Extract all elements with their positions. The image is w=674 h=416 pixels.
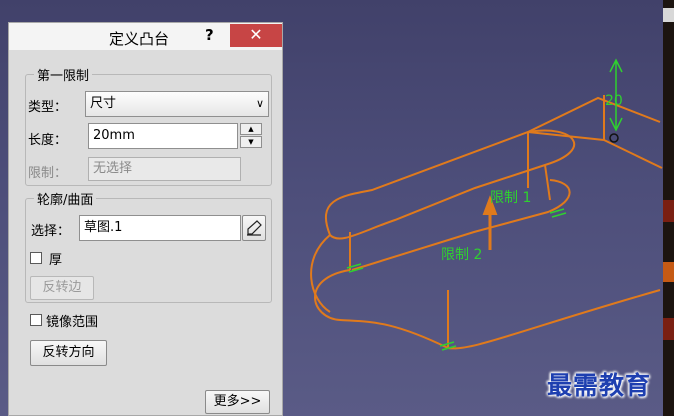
sketch-edit-button[interactable] bbox=[242, 215, 266, 241]
length-input[interactable]: 20mm bbox=[88, 123, 238, 149]
watermark: 最需教育 bbox=[547, 371, 652, 400]
mirror-extent-label: 镜像范围 bbox=[46, 315, 99, 330]
limit2-label[interactable]: 限制 2 bbox=[441, 244, 482, 264]
reverse-side-button: 反转边 bbox=[30, 276, 94, 300]
origin-point bbox=[609, 133, 619, 143]
selection-label: 选择： bbox=[31, 224, 71, 239]
thick-label: 厚 bbox=[49, 253, 63, 268]
type-select-value: 尺寸 bbox=[90, 96, 117, 111]
bottom-outer-edge bbox=[310, 234, 331, 313]
limit-value: 无选择 bbox=[93, 161, 133, 176]
sketch-edit-icon bbox=[247, 220, 262, 236]
length-value: 20mm bbox=[93, 128, 135, 143]
limit-label: 限制： bbox=[28, 166, 68, 181]
length-label: 长度： bbox=[28, 133, 68, 148]
more-label: 更多>> bbox=[213, 394, 262, 409]
limit1-label[interactable]: 限制 1 bbox=[490, 187, 531, 207]
length-increment-button[interactable]: ▲ bbox=[240, 123, 262, 135]
mirror-extent-checkbox[interactable] bbox=[30, 314, 42, 326]
first-limit-title: 第一限制 bbox=[34, 65, 93, 84]
type-select[interactable]: 尺寸 ∨ bbox=[85, 91, 269, 117]
thick-checkbox[interactable] bbox=[30, 252, 42, 264]
reverse-side-label: 反转边 bbox=[42, 280, 82, 295]
dialog-title: 定义凸台 bbox=[109, 30, 170, 48]
chevron-down-icon: ∨ bbox=[255, 97, 264, 110]
selection-field[interactable]: 草图.1 bbox=[79, 215, 241, 241]
reverse-direction-button[interactable]: 反转方向 bbox=[30, 340, 107, 366]
background-window-strip bbox=[663, 0, 674, 416]
help-button[interactable]: ? bbox=[205, 26, 214, 44]
boss-right-edge bbox=[603, 139, 663, 169]
limit-field: 无选择 bbox=[88, 157, 241, 181]
dimension-label[interactable]: 20 bbox=[605, 93, 623, 109]
boss-top-edge bbox=[527, 96, 661, 133]
profile-title: 轮廓/曲面 bbox=[34, 189, 97, 208]
more-button[interactable]: 更多>> bbox=[205, 390, 270, 414]
define-pad-dialog: 定义凸台 ? ✕ 第一限制 类型： 尺寸 ∨ 长度： 20mm ▲ ▼ 限制： … bbox=[8, 22, 283, 416]
type-label: 类型： bbox=[28, 100, 68, 115]
selection-value: 草图.1 bbox=[84, 220, 123, 235]
top-profile-edge bbox=[324, 129, 576, 240]
dialog-titlebar[interactable]: 定义凸台 ? ✕ bbox=[9, 23, 282, 50]
boss-front-edge bbox=[527, 131, 605, 141]
bottom-profile-edge bbox=[314, 269, 661, 350]
reverse-direction-label: 反转方向 bbox=[42, 345, 95, 360]
length-decrement-button[interactable]: ▼ bbox=[240, 136, 262, 148]
close-button[interactable]: ✕ bbox=[230, 24, 282, 47]
